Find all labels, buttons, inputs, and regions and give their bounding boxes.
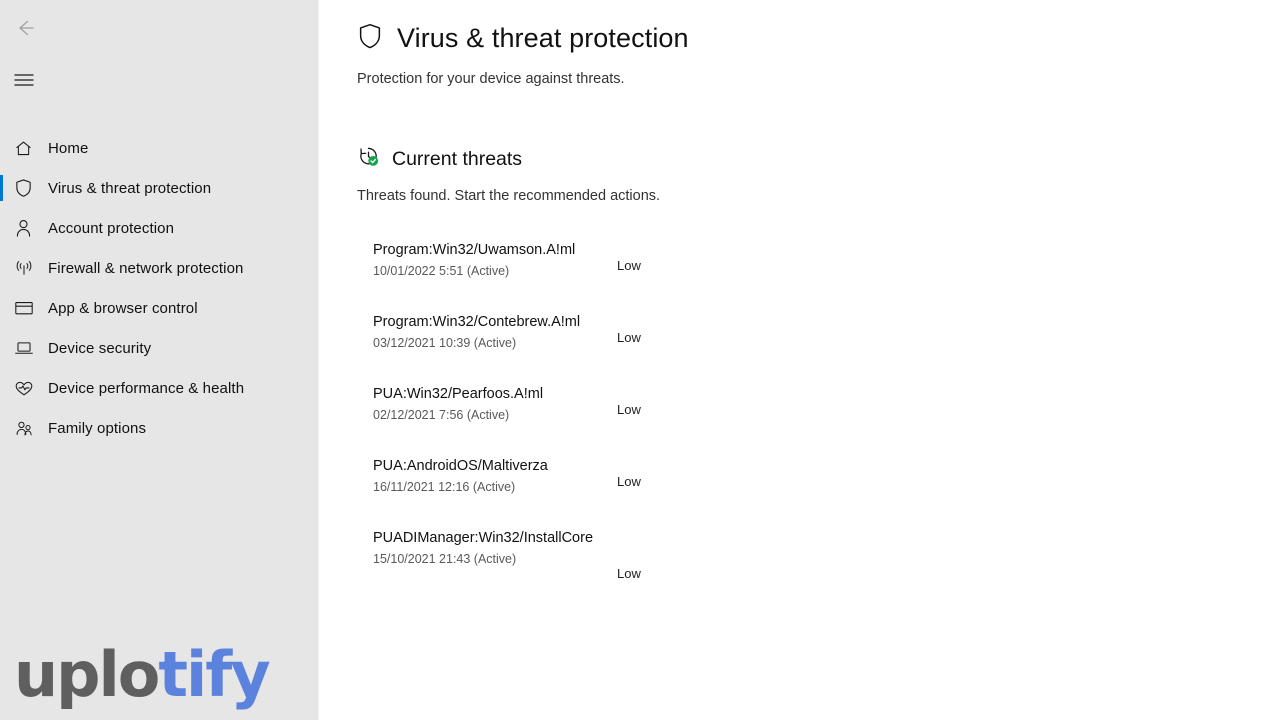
threat-info: PUA:Win32/Pearfoos.A!ml 02/12/2021 7:56 …: [373, 384, 599, 423]
threat-name: PUA:Win32/Pearfoos.A!ml: [373, 386, 544, 402]
sidebar-item-firewall-network-protection[interactable]: Firewall & network protection: [0, 248, 318, 288]
threat-name: PUADIManager:Win32/InstallCore: [373, 530, 594, 546]
shield-icon: [357, 22, 383, 55]
sidebar-item-label: Family options: [48, 419, 147, 437]
table-row[interactable]: PUA:AndroidOS/Maltiverza 16/11/2021 12:1…: [357, 456, 1280, 528]
sidebar-item-app-browser-control[interactable]: App & browser control: [0, 288, 318, 328]
table-row[interactable]: PUA:Win32/Pearfoos.A!ml 02/12/2021 7:56 …: [357, 384, 1280, 456]
selection-accent-bar: [0, 415, 3, 441]
status-badge: Low: [617, 330, 641, 345]
history-clock-check-icon: [357, 145, 380, 173]
threat-info: Program:Win32/Contebrew.A!ml 03/12/2021 …: [373, 312, 599, 351]
threat-timestamp: 16/11/2021 12:16 (Active): [373, 480, 516, 494]
sidebar-item-device-security[interactable]: Device security: [0, 328, 318, 368]
selection-accent-bar: [0, 335, 3, 361]
shield-icon: [14, 176, 48, 200]
threat-name: Program:Win32/Contebrew.A!ml: [373, 314, 581, 330]
sidebar-item-label: Firewall & network protection: [48, 259, 244, 277]
selection-accent-bar: [0, 375, 3, 401]
sidebar-item-virus-threat-protection[interactable]: Virus & threat protection: [0, 168, 318, 208]
sidebar-item-account-protection[interactable]: Account protection: [0, 208, 318, 248]
selection-accent-bar: [0, 295, 3, 321]
page-subtitle: Protection for your device against threa…: [357, 71, 625, 87]
status-badge: Low: [617, 402, 641, 417]
threat-name: PUA:AndroidOS/Maltiverza: [373, 458, 548, 474]
sidebar-top-controls: [0, 0, 318, 100]
people-group-icon: [14, 416, 48, 440]
threat-timestamp: 15/10/2021 21:43 (Active): [373, 552, 517, 566]
sidebar-nav-list: Home Virus & threat protection Account p…: [0, 128, 318, 448]
virus-threat-protection-window: Home Virus & threat protection Account p…: [0, 0, 1280, 720]
sidebar-item-label: Account protection: [48, 219, 175, 237]
threat-info: PUADIManager:Win32/InstallCore 15/10/202…: [373, 528, 599, 567]
table-row[interactable]: Program:Win32/Uwamson.A!ml 10/01/2022 5:…: [357, 240, 1280, 312]
section-subtitle: Threats found. Start the recommended act…: [357, 188, 661, 204]
selection-accent-bar: [0, 135, 3, 161]
threat-list: Program:Win32/Uwamson.A!ml 10/01/2022 5:…: [357, 240, 1280, 600]
uplotify-watermark-logo: uplotify: [14, 644, 271, 706]
browser-window-icon: [14, 296, 48, 320]
sidebar-item-label: Device security: [48, 339, 152, 357]
current-threats-header: Current threats: [357, 145, 1280, 173]
threat-info: PUA:AndroidOS/Maltiverza 16/11/2021 12:1…: [373, 456, 599, 495]
status-badge: Low: [617, 474, 641, 489]
status-badge: Low: [617, 566, 641, 581]
page-title: Virus & threat protection: [397, 23, 689, 53]
threat-name: Program:Win32/Uwamson.A!ml: [373, 242, 576, 258]
watermark-text-part2: tify: [158, 638, 270, 711]
table-row[interactable]: PUADIManager:Win32/InstallCore 15/10/202…: [357, 528, 1280, 600]
table-row[interactable]: Program:Win32/Contebrew.A!ml 03/12/2021 …: [357, 312, 1280, 384]
heart-pulse-icon: [14, 376, 48, 400]
main-content: Virus & threat protection Protection for…: [319, 0, 1280, 720]
sidebar-item-label: Home: [48, 139, 89, 157]
wireless-signal-icon: [14, 256, 48, 280]
sidebar-item-label: App & browser control: [48, 299, 198, 317]
section-title: Current threats: [392, 147, 523, 170]
sidebar: Home Virus & threat protection Account p…: [0, 0, 319, 720]
home-icon: [14, 136, 48, 160]
page-header: Virus & threat protection: [357, 22, 1280, 55]
watermark-text-part1: uplo: [14, 638, 160, 711]
threat-timestamp: 10/01/2022 5:51 (Active): [373, 264, 510, 278]
selection-accent-bar: [0, 255, 3, 281]
sidebar-item-home[interactable]: Home: [0, 128, 318, 168]
threat-timestamp: 03/12/2021 10:39 (Active): [373, 336, 517, 350]
person-icon: [14, 216, 48, 240]
selection-accent-bar: [0, 215, 3, 241]
sidebar-item-family-options[interactable]: Family options: [0, 408, 318, 448]
status-badge: Low: [617, 258, 641, 273]
threat-info: Program:Win32/Uwamson.A!ml 10/01/2022 5:…: [373, 240, 599, 279]
threat-timestamp: 02/12/2021 7:56 (Active): [373, 408, 510, 422]
laptop-icon: [14, 336, 48, 360]
sidebar-item-label: Virus & threat protection: [48, 179, 212, 197]
hamburger-menu-icon[interactable]: [0, 60, 48, 100]
sidebar-item-device-performance-health[interactable]: Device performance & health: [0, 368, 318, 408]
back-arrow-icon[interactable]: [0, 8, 48, 48]
sidebar-item-label: Device performance & health: [48, 379, 245, 397]
selection-accent-bar: [0, 175, 3, 201]
